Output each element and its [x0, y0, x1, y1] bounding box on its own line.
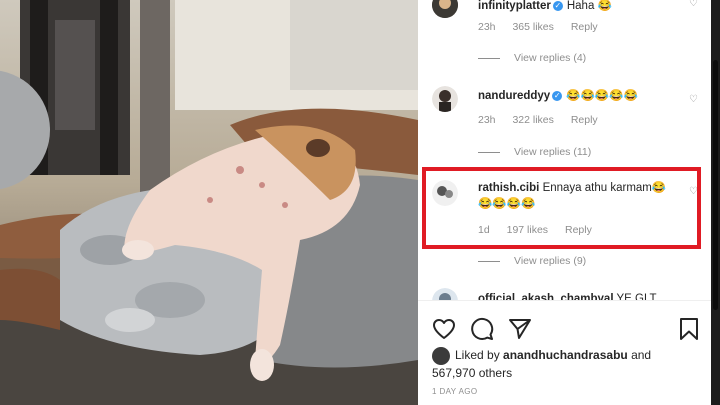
post-timestamp: 1 DAY AGO	[432, 387, 478, 396]
liked-by-prefix: Liked by	[455, 348, 500, 363]
highlight-box	[422, 167, 701, 249]
comment-username[interactable]: nandureddyy	[478, 90, 550, 102]
verified-badge-icon: ✓	[552, 0, 563, 11]
comment-item: infinityplatter ✓ Haha 😂 ♡ 23h 365 likes R…	[432, 0, 702, 64]
view-replies-label: View replies (11)	[514, 146, 592, 158]
instagram-post-view: infinityplatter ✓ Haha 😂 ♡ 23h 365 likes R…	[0, 0, 720, 405]
comment-meta: 23h 322 likes Reply	[478, 114, 612, 126]
liked-by-text: Liked by anandhuchandrasabu and 567,970 …	[432, 347, 682, 382]
comment-text: 😂😂😂😂😂	[566, 90, 638, 102]
avatar[interactable]	[432, 86, 458, 112]
view-replies-link[interactable]: View replies (11)	[478, 146, 591, 158]
comment-time: 23h	[478, 114, 496, 126]
comment-text: Haha 😂	[566, 0, 612, 12]
view-replies-link[interactable]: View replies (4)	[478, 52, 586, 64]
comment-text-line: infinityplatter ✓ Haha 😂	[478, 0, 678, 14]
comment-like-heart-icon[interactable]: ♡	[689, 94, 698, 105]
liker-avatar[interactable]	[432, 347, 450, 365]
comment-like-heart-icon[interactable]: ♡	[689, 0, 698, 9]
bookmark-icon[interactable]	[677, 317, 701, 341]
comment-bubble-icon[interactable]	[470, 317, 494, 341]
comment-reply-button[interactable]: Reply	[571, 21, 598, 33]
paper-plane-icon[interactable]	[508, 317, 532, 341]
comment-text-line: nandureddyy ✓ 😂😂😂😂😂	[478, 88, 678, 104]
liked-by-user[interactable]: anandhuchandrasabu	[503, 348, 628, 362]
post-photo	[0, 0, 418, 405]
comment-meta: 23h 365 likes Reply	[478, 21, 612, 33]
avatar[interactable]	[432, 0, 458, 18]
replies-divider	[478, 57, 500, 59]
scrollbar-thumb[interactable]	[713, 60, 718, 310]
comment-item: nandureddyy ✓ 😂😂😂😂😂 ♡ 23h 322 likes Reply …	[432, 86, 702, 158]
view-replies-label: View replies (4)	[514, 52, 587, 64]
comment-likes[interactable]: 322 likes	[512, 114, 553, 126]
comment-time: 23h	[478, 21, 496, 33]
photo-dog-on-man-illustration	[0, 0, 418, 405]
replies-divider	[478, 151, 500, 153]
view-replies-label: View replies (9)	[514, 255, 587, 267]
comment-username[interactable]: infinityplatter	[478, 0, 551, 12]
replies-divider	[478, 260, 500, 262]
verified-badge-icon: ✓	[552, 90, 563, 101]
comment-likes[interactable]: 365 likes	[512, 21, 553, 33]
comment-reply-button[interactable]: Reply	[571, 114, 598, 126]
heart-outline-icon[interactable]	[432, 317, 456, 341]
view-replies-link[interactable]: View replies (9)	[478, 255, 586, 267]
post-action-bar: Liked by anandhuchandrasabu and 567,970 …	[418, 300, 711, 405]
